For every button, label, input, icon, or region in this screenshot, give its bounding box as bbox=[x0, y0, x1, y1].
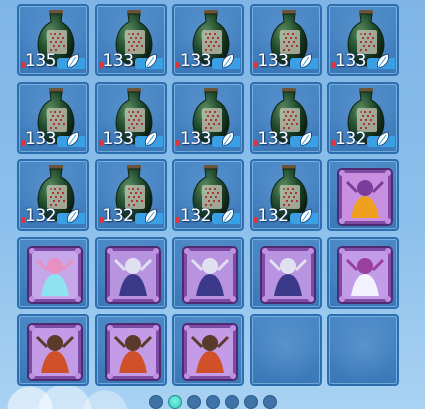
item-count: 133 bbox=[331, 52, 395, 70]
item-slot-character-card[interactable] bbox=[172, 236, 244, 309]
page-indicator bbox=[0, 395, 425, 409]
item-count-value: 132 bbox=[257, 206, 289, 226]
item-slot-wine-jar[interactable]: 135 bbox=[17, 4, 89, 76]
item-slot-wine-jar[interactable]: 132 bbox=[327, 81, 399, 154]
character-card-icon bbox=[259, 245, 316, 304]
character-card-icon bbox=[104, 245, 161, 304]
item-slot-character-card[interactable] bbox=[172, 314, 244, 386]
item-count-value: 133 bbox=[102, 51, 134, 71]
item-count-value: 132 bbox=[180, 206, 211, 226]
leaf-icon bbox=[67, 208, 79, 224]
item-count-value: 133 bbox=[180, 128, 211, 149]
item-count-value: 132 bbox=[335, 128, 366, 149]
item-slot-wine-jar[interactable]: 133 bbox=[94, 4, 167, 76]
item-slot-wine-jar[interactable]: 133 bbox=[249, 81, 322, 154]
empty-slot bbox=[249, 314, 322, 386]
leaf-icon bbox=[377, 131, 389, 146]
item-count-value: 132 bbox=[25, 206, 56, 226]
item-count-value: 133 bbox=[102, 128, 134, 149]
item-slot-wine-jar[interactable]: 132 bbox=[94, 159, 167, 231]
page-dot-2[interactable] bbox=[167, 395, 182, 409]
item-slot-character-card[interactable] bbox=[17, 236, 89, 309]
leaf-icon bbox=[144, 53, 157, 69]
character-card-icon bbox=[182, 323, 238, 381]
item-count: 132 bbox=[98, 206, 163, 226]
leaf-icon bbox=[377, 53, 389, 69]
item-count: 133 bbox=[98, 128, 163, 149]
character-card-icon bbox=[337, 245, 393, 304]
character-card-icon bbox=[27, 245, 83, 304]
page-dot-3[interactable] bbox=[186, 395, 201, 409]
item-count-value: 133 bbox=[257, 128, 289, 149]
item-count-value: 132 bbox=[102, 206, 134, 226]
page-dot-6[interactable] bbox=[243, 395, 258, 409]
leaf-icon bbox=[222, 131, 234, 146]
item-slot-wine-jar[interactable]: 133 bbox=[172, 4, 244, 76]
leaf-icon bbox=[299, 131, 312, 146]
character-card-icon bbox=[182, 245, 238, 304]
item-slot-wine-jar[interactable]: 133 bbox=[327, 4, 399, 76]
item-slot-wine-jar[interactable]: 132 bbox=[17, 159, 89, 231]
item-slot-wine-jar[interactable]: 132 bbox=[172, 159, 244, 231]
leaf-icon bbox=[67, 53, 79, 69]
item-slot-character-card[interactable] bbox=[94, 236, 167, 309]
page-dot-5[interactable] bbox=[224, 395, 239, 409]
page-dot-1[interactable] bbox=[148, 395, 163, 409]
item-count-value: 135 bbox=[25, 51, 56, 71]
item-count: 133 bbox=[21, 130, 85, 148]
item-slot-wine-jar[interactable]: 133 bbox=[172, 81, 244, 154]
item-slot-wine-jar[interactable]: 133 bbox=[94, 81, 167, 154]
item-count: 132 bbox=[253, 206, 318, 226]
item-count-value: 133 bbox=[335, 51, 366, 71]
character-card-icon bbox=[337, 168, 393, 226]
page-dot-7[interactable] bbox=[262, 395, 277, 409]
item-slot-character-card[interactable] bbox=[94, 314, 167, 386]
inventory-grid: 135 133 133 133 133 133 133 133 133 132 … bbox=[17, 4, 399, 386]
item-count-value: 133 bbox=[180, 51, 211, 71]
item-count: 133 bbox=[98, 51, 163, 71]
leaf-icon bbox=[222, 53, 234, 69]
item-count: 132 bbox=[21, 207, 85, 225]
item-slot-character-card[interactable] bbox=[249, 236, 322, 309]
item-count: 133 bbox=[176, 130, 240, 148]
item-count-value: 133 bbox=[257, 51, 289, 71]
item-count-value: 133 bbox=[25, 128, 56, 149]
leaf-icon bbox=[299, 208, 312, 224]
empty-slot bbox=[327, 314, 399, 386]
character-card-icon bbox=[27, 323, 83, 381]
item-slot-character-card[interactable] bbox=[17, 314, 89, 386]
leaf-icon bbox=[222, 208, 234, 224]
item-slot-wine-jar[interactable]: 133 bbox=[249, 4, 322, 76]
item-count: 132 bbox=[176, 207, 240, 225]
item-count: 133 bbox=[253, 51, 318, 71]
page-dot-4[interactable] bbox=[205, 395, 220, 409]
item-count: 135 bbox=[21, 52, 85, 70]
item-count: 133 bbox=[176, 52, 240, 70]
item-count: 133 bbox=[253, 128, 318, 149]
character-card-icon bbox=[104, 323, 161, 381]
leaf-icon bbox=[144, 131, 157, 146]
item-slot-character-card[interactable] bbox=[327, 236, 399, 309]
item-slot-wine-jar[interactable]: 133 bbox=[17, 81, 89, 154]
item-count: 132 bbox=[331, 130, 395, 148]
leaf-icon bbox=[144, 208, 157, 224]
leaf-icon bbox=[299, 53, 312, 69]
leaf-icon bbox=[67, 131, 79, 146]
item-slot-character-card[interactable] bbox=[327, 159, 399, 231]
item-slot-wine-jar[interactable]: 132 bbox=[249, 159, 322, 231]
